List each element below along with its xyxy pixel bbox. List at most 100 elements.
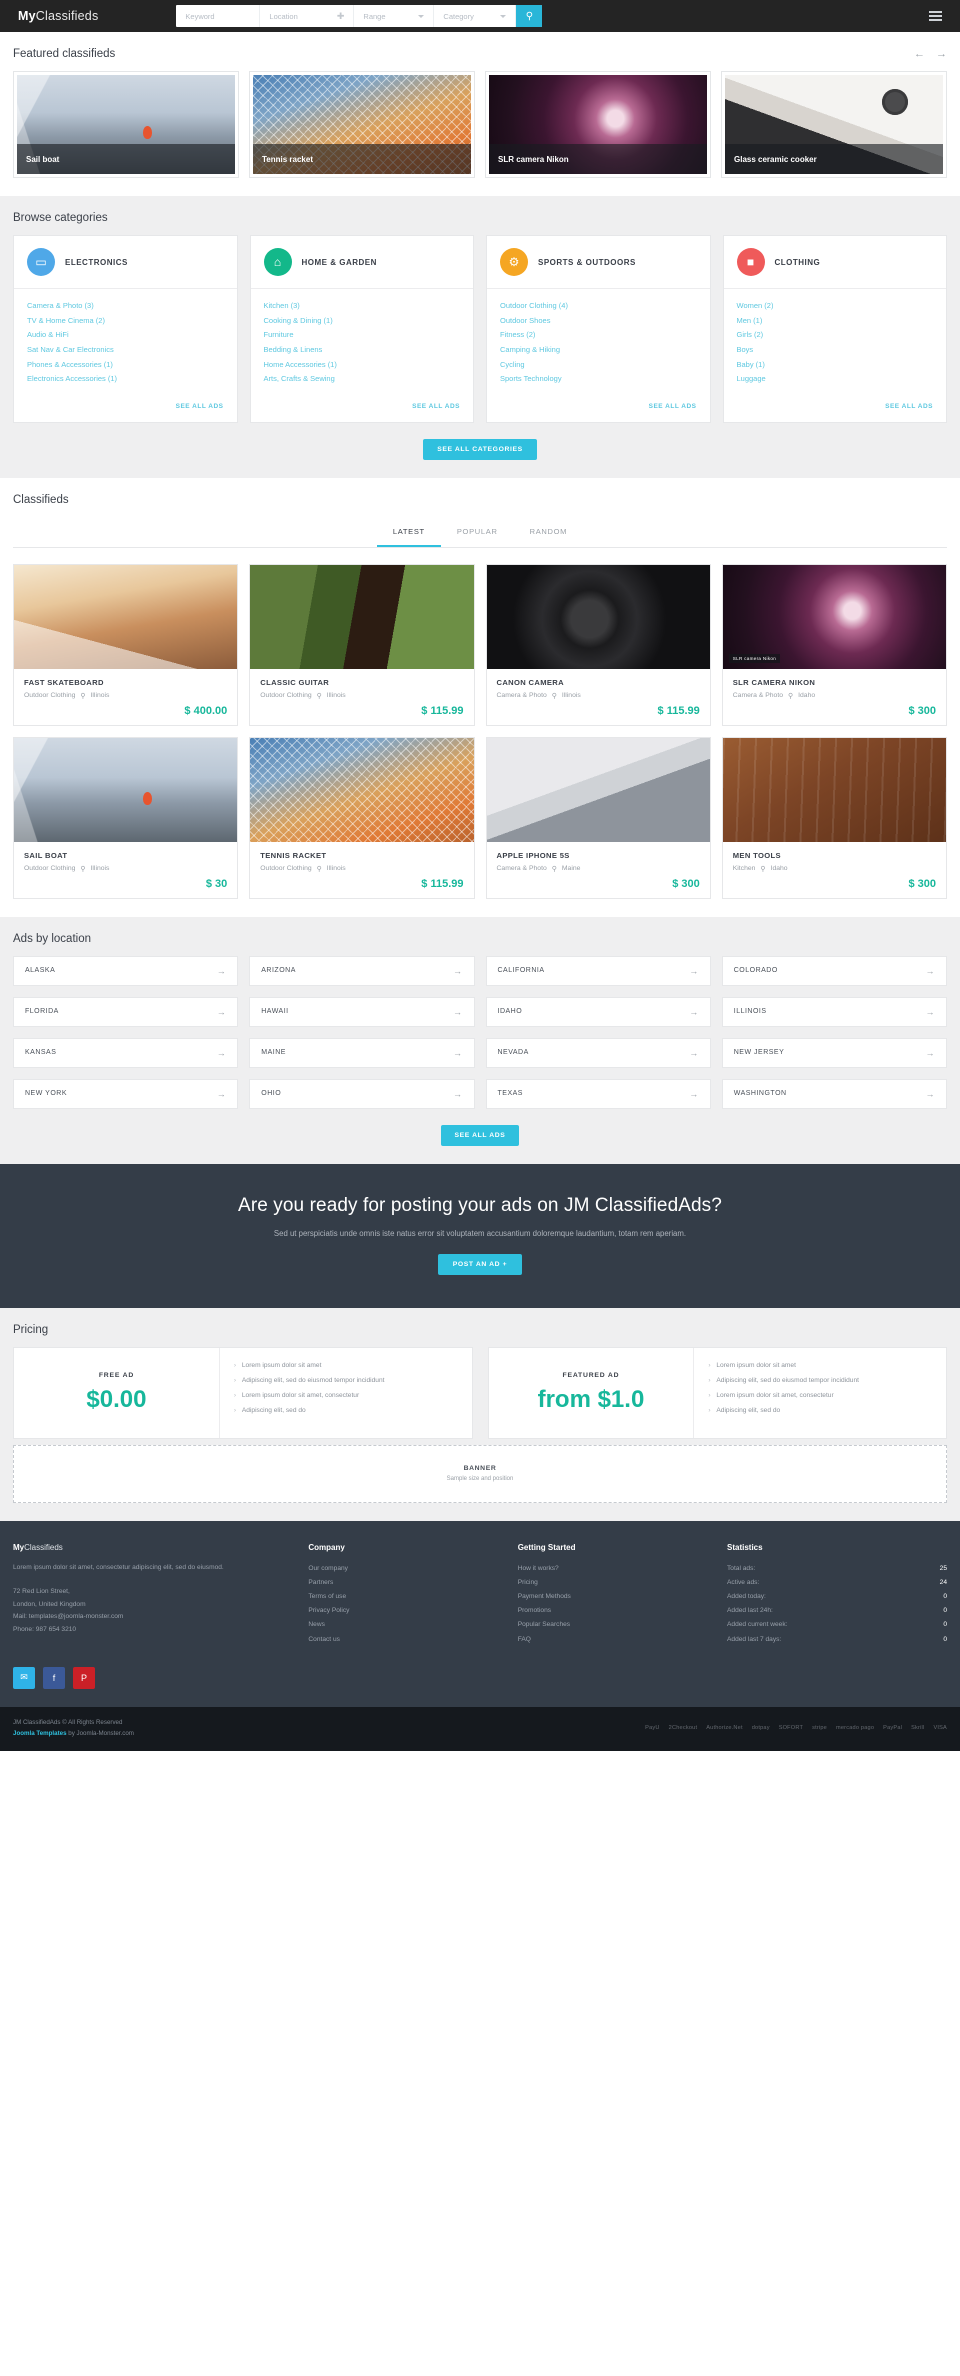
site-logo[interactable]: MyClassifieds (18, 9, 98, 23)
location-item[interactable]: HAWAII → (249, 996, 475, 1027)
category-link[interactable]: Outdoor Clothing (4) (500, 299, 697, 314)
category-header[interactable]: ■ CLOTHING (723, 236, 946, 289)
classified-card[interactable]: CLASSIC GUITAR Outdoor Clothing ⚲ Illino… (249, 563, 475, 726)
featured-card[interactable]: Tennis racket (249, 71, 475, 178)
category-link[interactable]: Luggage (737, 372, 934, 387)
location-item[interactable]: NEW YORK → (13, 1078, 239, 1109)
footer-link[interactable]: Privacy Policy (308, 1604, 499, 1618)
category-link[interactable]: Electronics Accessories (1) (27, 372, 224, 387)
facebook-icon[interactable]: f (43, 1666, 65, 1689)
location-item[interactable]: COLORADO → (721, 955, 947, 986)
location-item[interactable]: TEXAS → (485, 1078, 711, 1109)
location-item[interactable]: ALASKA → (13, 955, 239, 986)
category-link[interactable]: Furniture (264, 328, 461, 343)
footer-link[interactable]: Our company (308, 1562, 499, 1576)
location-item[interactable]: WASHINGTON → (721, 1078, 947, 1109)
featured-card[interactable]: Glass ceramic cooker (721, 71, 947, 178)
location-item[interactable]: IDAHO → (485, 996, 711, 1027)
location-item[interactable]: MAINE → (249, 1037, 475, 1068)
featured-card[interactable]: SLR camera Nikon (485, 71, 711, 178)
category-link[interactable]: Camera & Photo (3) (27, 299, 224, 314)
see-all-ads-link[interactable]: SEE ALL ADS (885, 403, 933, 410)
classified-card[interactable]: MEN TOOLS Kitchen ⚲ Idaho $ 300 (721, 736, 947, 899)
featured-card[interactable]: Sail boat (13, 71, 239, 178)
category-link[interactable]: Cooking & Dining (1) (264, 314, 461, 329)
footer-link[interactable]: Popular Searches (518, 1618, 709, 1632)
footer-statistics-heading: Statistics (727, 1542, 763, 1552)
footer-link[interactable]: News (308, 1618, 499, 1632)
search-button[interactable]: ⚲ (516, 5, 543, 27)
footer-link[interactable]: Promotions (518, 1604, 709, 1618)
classified-body: SLR CAMERA NIKON Camera & Photo ⚲ Idaho … (723, 669, 946, 725)
joomla-templates-link[interactable]: Joomla Templates (13, 1730, 67, 1737)
pinterest-icon[interactable]: P (73, 1666, 95, 1689)
category-link[interactable]: Bedding & Linens (264, 343, 461, 358)
cta-heading: Are you ready for posting your ads on JM… (238, 1194, 722, 1216)
see-all-ads-link[interactable]: SEE ALL ADS (412, 403, 460, 410)
cta-subtext: Sed ut perspiciatis unde omnis iste natu… (273, 1228, 687, 1238)
location-item[interactable]: FLORIDA → (13, 996, 239, 1027)
category-link[interactable]: Audio & HiFi (27, 328, 224, 343)
footer-address-line: 72 Red Lion Street, (13, 1588, 70, 1596)
footer-link[interactable]: How it works? (518, 1562, 709, 1576)
footer-link[interactable]: Payment Methods (518, 1590, 709, 1604)
category-link[interactable]: Home Accessories (1) (264, 358, 461, 373)
category-link[interactable]: Men (1) (737, 314, 934, 329)
category-header[interactable]: ⚙ SPORTS & OUTDOORS (487, 236, 710, 289)
location-item[interactable]: CALIFORNIA → (485, 955, 711, 986)
classified-card[interactable]: CANON CAMERA Camera & Photo ⚲ Illinois $… (485, 563, 711, 726)
category-link[interactable]: Camping & Hiking (500, 343, 697, 358)
classified-card[interactable]: SLR camera Nikon SLR CAMERA NIKON Camera… (721, 563, 947, 726)
twitter-icon[interactable]: ✉ (13, 1666, 35, 1689)
category-link[interactable]: Arts, Crafts & Sewing (264, 372, 461, 387)
category-link[interactable]: Women (2) (737, 299, 934, 314)
see-all-ads-button[interactable]: SEE ALL ADS (440, 1124, 520, 1146)
category-link[interactable]: Outdoor Shoes (500, 314, 697, 329)
footer-link[interactable]: Pricing (518, 1576, 709, 1590)
category-link[interactable]: Kitchen (3) (264, 299, 461, 314)
footer-link[interactable]: Partners (308, 1576, 499, 1590)
see-all-ads-link[interactable]: SEE ALL ADS (649, 403, 697, 410)
location-item[interactable]: OHIO → (249, 1078, 475, 1109)
search-keyword-input[interactable]: Keyword (176, 5, 261, 27)
search-range-select[interactable]: Range (354, 5, 435, 27)
location-name: MAINE (261, 1049, 286, 1057)
category-link[interactable]: Sat Nav & Car Electronics (27, 343, 224, 358)
location-item[interactable]: NEW JERSEY → (721, 1037, 947, 1068)
classified-image (486, 737, 710, 842)
tab-popular[interactable]: POPULAR (441, 518, 514, 547)
classified-card[interactable]: SAIL BOAT Outdoor Clothing ⚲ Illinois $ … (13, 736, 239, 899)
category-link[interactable]: Phones & Accessories (1) (27, 358, 224, 373)
arrow-right-icon[interactable]: → (936, 48, 947, 60)
search-category-select[interactable]: Category (434, 5, 517, 27)
category-header[interactable]: ▭ ELECTRONICS (14, 236, 237, 289)
classified-card[interactable]: FAST SKATEBOARD Outdoor Clothing ⚲ Illin… (13, 563, 239, 726)
category-link[interactable]: Girls (2) (737, 328, 934, 343)
location-item[interactable]: ILLINOIS → (721, 996, 947, 1027)
hamburger-menu-icon[interactable] (929, 11, 942, 21)
location-item[interactable]: ARIZONA → (249, 955, 475, 986)
footer-link[interactable]: Terms of use (308, 1590, 499, 1604)
footer-link[interactable]: FAQ (518, 1633, 709, 1647)
tab-latest[interactable]: LATEST (376, 518, 441, 547)
category-link[interactable]: Fitness (2) (500, 328, 697, 343)
tab-random[interactable]: RANDOM (514, 518, 584, 547)
crosshairs-icon[interactable]: ✚ (337, 11, 345, 21)
classified-category: Camera & Photo (732, 692, 783, 700)
footer-link[interactable]: Contact us (308, 1633, 499, 1647)
see-all-categories-button[interactable]: SEE ALL CATEGORIES (423, 438, 537, 460)
location-item[interactable]: KANSAS → (13, 1037, 239, 1068)
category-link[interactable]: TV & Home Cinema (2) (27, 314, 224, 329)
see-all-ads-link[interactable]: SEE ALL ADS (176, 403, 224, 410)
arrow-left-icon[interactable]: ← (914, 48, 925, 60)
category-header[interactable]: ⌂ HOME & GARDEN (250, 236, 473, 289)
classified-card[interactable]: TENNIS RACKET Outdoor Clothing ⚲ Illinoi… (249, 736, 475, 899)
category-link[interactable]: Boys (737, 343, 934, 358)
category-link[interactable]: Baby (1) (737, 358, 934, 373)
classified-card[interactable]: APPLE IPHONE 5S Camera & Photo ⚲ Maine $… (485, 736, 711, 899)
category-link[interactable]: Cycling (500, 358, 697, 373)
location-item[interactable]: NEVADA → (485, 1037, 711, 1068)
post-an-ad-button[interactable]: POST AN AD + (437, 1253, 523, 1275)
category-link[interactable]: Sports Technology (500, 372, 697, 387)
search-location-input[interactable]: Location ✚ (260, 5, 355, 27)
